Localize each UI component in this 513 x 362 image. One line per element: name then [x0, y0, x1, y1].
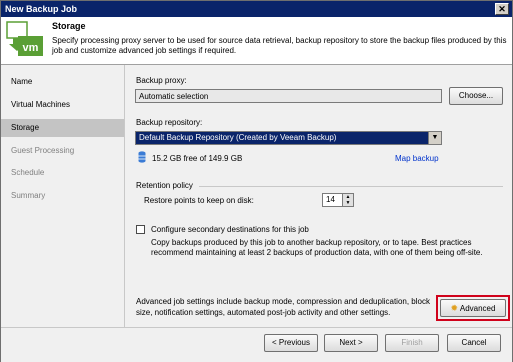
wizard-nav: Name Virtual Machines Storage Guest Proc…	[1, 65, 125, 327]
nav-item-schedule: Schedule	[11, 168, 45, 177]
previous-button[interactable]: < Previous	[264, 334, 318, 352]
nav-item-storage[interactable]: Storage	[1, 119, 124, 137]
window-title: New Backup Job	[5, 4, 78, 14]
storage-settings-panel: Backup proxy: Automatic selection Choose…	[125, 65, 512, 327]
page-description: Specify processing proxy server to be us…	[52, 36, 507, 55]
database-icon	[138, 151, 146, 163]
finish-button: Finish	[385, 334, 439, 352]
nav-item-name[interactable]: Name	[1, 73, 124, 91]
backup-repository-value: Default Backup Repository (Created by Ve…	[139, 133, 337, 142]
cancel-button[interactable]: Cancel	[447, 334, 501, 352]
veeam-vm-icon: vm	[6, 21, 43, 56]
map-backup-link[interactable]: Map backup	[395, 154, 439, 163]
restore-points-stepper[interactable]: 14 ▲ ▼	[322, 193, 354, 207]
retention-group-divider	[199, 186, 503, 187]
page-title: Storage	[52, 21, 86, 31]
advanced-button[interactable]: ✹ Advanced	[440, 299, 506, 317]
backup-proxy-label: Backup proxy:	[136, 76, 187, 85]
backup-repository-select[interactable]: Default Backup Repository (Created by Ve…	[135, 131, 442, 145]
secondary-destinations-label[interactable]: Configure secondary destinations for thi…	[151, 225, 309, 234]
restore-points-label: Restore points to keep on disk:	[144, 196, 254, 205]
secondary-destinations-description: Copy backups produced by this job to ano…	[151, 238, 483, 257]
nav-item-guest-processing: Guest Processing	[11, 146, 75, 155]
gear-icon: ✹	[450, 303, 459, 313]
chevron-down-icon[interactable]: ▼	[428, 132, 441, 144]
nav-item-summary: Summary	[11, 191, 46, 200]
backup-proxy-field: Automatic selection	[135, 89, 442, 103]
advanced-settings-description: Advanced job settings include backup mod…	[136, 297, 430, 317]
vm-icon-text: vm	[23, 42, 39, 54]
next-button[interactable]: Next >	[324, 334, 378, 352]
advanced-button-label: Advanced	[459, 304, 496, 313]
secondary-destinations-checkbox[interactable]	[136, 225, 145, 234]
nav-item-virtual-machines[interactable]: Virtual Machines	[1, 96, 124, 114]
stepper-down-icon[interactable]: ▼	[342, 200, 353, 206]
restore-points-value: 14	[326, 195, 335, 204]
window-titlebar[interactable]: New Backup Job ✕	[1, 1, 512, 17]
wizard-footer: < Previous Next > Finish Cancel	[1, 327, 512, 362]
repository-free-space: 15.2 GB free of 149.9 GB	[152, 154, 243, 163]
wizard-header: vm Storage Specify processing proxy serv…	[1, 17, 512, 65]
backup-repository-label: Backup repository:	[136, 118, 203, 127]
choose-proxy-button[interactable]: Choose...	[449, 87, 503, 105]
new-backup-job-window: New Backup Job ✕ vm Storage Specify proc…	[0, 0, 513, 362]
close-button[interactable]: ✕	[495, 3, 509, 15]
retention-policy-label: Retention policy	[136, 181, 193, 190]
